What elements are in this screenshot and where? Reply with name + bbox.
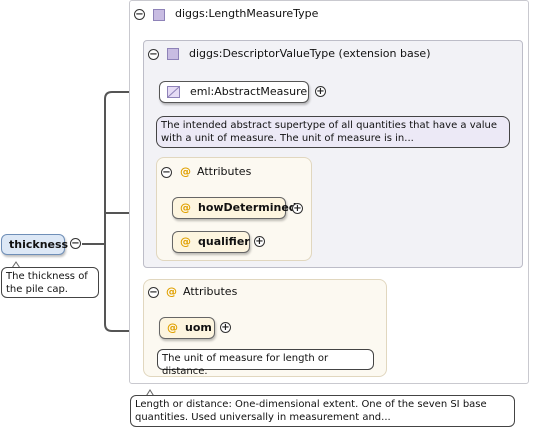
- doc-line: with a unit of measure. The unit of meas…: [161, 133, 414, 144]
- type-name: diggs:LengthMeasureType: [175, 7, 319, 20]
- element-thickness[interactable]: thickness: [1, 234, 69, 255]
- complex-type-icon: [153, 9, 165, 21]
- attribute-label: qualifier: [198, 235, 250, 248]
- abstract-element-label: eml:AbstractMeasure: [190, 85, 308, 98]
- abstract-element-documentation: The intended abstract supertype of all q…: [156, 116, 510, 148]
- doc-line: The intended abstract supertype of all q…: [161, 120, 498, 131]
- extension-name: diggs:DescriptorValueType (extension bas…: [189, 47, 431, 60]
- doc-line: Length or distance: One-dimensional exte…: [135, 399, 487, 410]
- abstract-measure-element[interactable]: eml:AbstractMeasure: [159, 81, 309, 103]
- doc-line: quantities. Used universally in measurem…: [135, 412, 391, 423]
- attribute-icon: @: [166, 285, 177, 298]
- attribute-qualifier[interactable]: @ qualifier: [172, 231, 250, 253]
- element-label: thickness: [9, 238, 69, 251]
- type-documentation: Length or distance: One-dimensional exte…: [130, 395, 515, 427]
- type-attributes-title: Attributes: [183, 285, 238, 298]
- doc-line: the pile cap.: [6, 284, 68, 295]
- element-documentation: The thickness of the pile cap.: [1, 267, 99, 298]
- type-attributes-collapse-toggle[interactable]: −: [148, 287, 159, 298]
- attribute-icon: @: [180, 235, 191, 248]
- extension-collapse-toggle[interactable]: −: [148, 49, 159, 60]
- extension-attributes-collapse-toggle[interactable]: −: [161, 167, 172, 178]
- extension-attributes-title: Attributes: [197, 165, 252, 178]
- attribute-icon: @: [180, 165, 191, 178]
- doc-line: The thickness of: [6, 271, 88, 282]
- type-collapse-toggle[interactable]: −: [134, 9, 145, 20]
- abstract-element-expand-toggle[interactable]: +: [315, 86, 326, 97]
- attribute-icon: @: [180, 201, 191, 214]
- extension-type-icon: [167, 48, 179, 60]
- attribute-howdetermined[interactable]: @ howDetermined: [172, 197, 297, 219]
- abstract-element-icon: [167, 86, 180, 98]
- qualifier-expand-toggle[interactable]: +: [254, 236, 265, 247]
- attribute-label: howDetermined: [198, 201, 297, 214]
- uom-documentation: The unit of measure for length or distan…: [157, 349, 374, 377]
- attribute-uom[interactable]: @ uom: [159, 317, 215, 339]
- element-collapse-toggle[interactable]: −: [70, 238, 81, 249]
- attribute-icon: @: [167, 321, 178, 334]
- attribute-label: uom: [185, 321, 212, 334]
- howdetermined-expand-toggle[interactable]: +: [292, 203, 303, 214]
- uom-expand-toggle[interactable]: +: [220, 322, 231, 333]
